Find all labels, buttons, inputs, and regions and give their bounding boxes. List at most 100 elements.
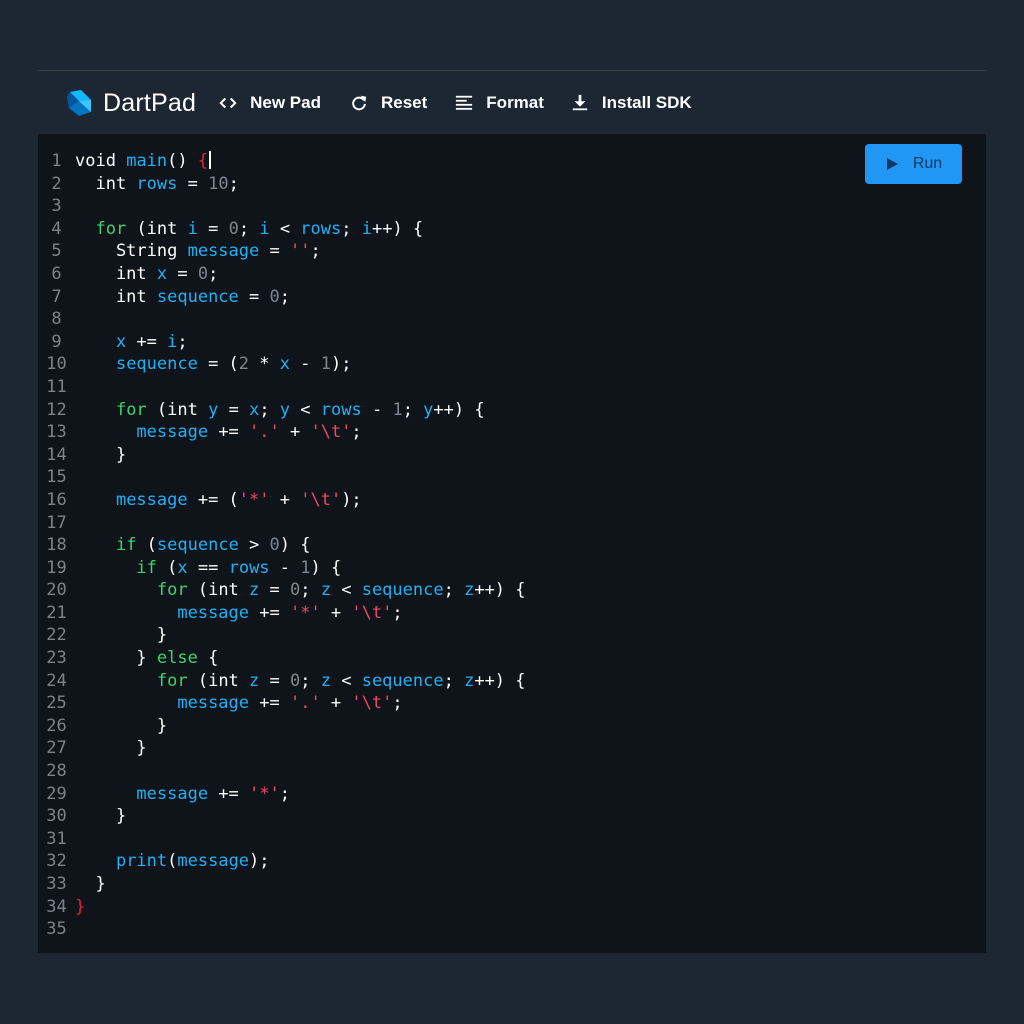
- code-token: }: [75, 806, 127, 827]
- code-line[interactable]: 28: [38, 760, 898, 783]
- code-token: +=: [208, 783, 250, 804]
- code-line[interactable]: 3: [38, 195, 898, 218]
- code-token: sequence: [156, 535, 239, 556]
- line-number: 20: [46, 580, 67, 601]
- code-line[interactable]: 9 x += i;: [38, 331, 898, 354]
- line-number: 22: [46, 625, 67, 646]
- code-token: ;: [351, 422, 362, 443]
- code-line[interactable]: 32 print(message);: [38, 850, 898, 873]
- code-token: x: [279, 354, 291, 375]
- line-source: if (sequence > 0) {: [75, 534, 311, 557]
- code-line[interactable]: 19 if (x == rows - 1) {: [38, 557, 898, 580]
- line-source: }: [75, 805, 126, 828]
- code-line[interactable]: 21 message += '*' + '\t';: [38, 602, 898, 625]
- code-token: ;: [177, 331, 188, 352]
- code-editor[interactable]: 1 void main() {2 int rows = 10; 3 4 for (in…: [38, 134, 986, 953]
- code-line[interactable]: 31: [38, 828, 898, 851]
- code-line[interactable]: 20 for (int z = 0; z < sequence; z++) {: [38, 579, 898, 602]
- code-token: =: [259, 241, 290, 262]
- code-line[interactable]: 5 String message = '';: [38, 240, 898, 263]
- install-sdk-button[interactable]: Install SDK: [570, 93, 692, 113]
- code-token: ;: [300, 580, 321, 601]
- code-token: 1: [320, 354, 331, 375]
- code-token: +: [320, 693, 352, 714]
- code-token: i: [187, 218, 198, 239]
- code-line[interactable]: 33 }: [38, 873, 898, 896]
- code-token: x: [249, 399, 260, 420]
- code-token: i: [361, 218, 372, 239]
- line-source: }: [75, 873, 105, 896]
- code-token: +=: [126, 331, 168, 352]
- code-token: =: [197, 218, 229, 239]
- code-line[interactable]: 6 int x = 0;: [38, 263, 898, 286]
- code-line[interactable]: 16 message += ('*' + '\t');: [38, 489, 898, 512]
- code-line[interactable]: 26 }: [38, 715, 898, 738]
- line-source: if (x == rows - 1) {: [75, 557, 341, 580]
- code-line[interactable]: 34}: [38, 896, 898, 919]
- code-line[interactable]: 27 }: [38, 737, 898, 760]
- code-line[interactable]: 23 } else {: [38, 647, 898, 670]
- code-token: 2: [238, 354, 250, 375]
- code-line[interactable]: 29 message += '*';: [38, 783, 898, 806]
- code-line[interactable]: 17: [38, 512, 898, 535]
- code-line[interactable]: 24 for (int z = 0; z < sequence; z++) {: [38, 670, 898, 693]
- code-token: = (: [197, 354, 239, 375]
- code-token: ) {: [279, 535, 311, 556]
- code-line[interactable]: 1 void main() {: [38, 150, 898, 173]
- code-line[interactable]: 14 }: [38, 444, 898, 467]
- code-line[interactable]: 7 int sequence = 0;: [38, 286, 898, 309]
- line-number: 8: [51, 309, 62, 330]
- code-line[interactable]: 35: [38, 918, 898, 941]
- code-token: =: [218, 399, 250, 420]
- code-line[interactable]: 4 for (int i = 0; i < rows; i++) {: [38, 218, 898, 241]
- line-source: for (int z = 0; z < sequence; z++) {: [75, 579, 526, 602]
- code-token: ;: [279, 286, 290, 307]
- code-token: sequence: [115, 354, 198, 375]
- code-token: 0: [197, 263, 209, 284]
- code-token: message: [187, 241, 260, 262]
- line-source: message += ('*' + '\t');: [75, 489, 362, 512]
- code-lines[interactable]: 1 void main() {2 int rows = 10; 3 4 for (in…: [38, 150, 898, 941]
- line-number: 32: [46, 851, 67, 872]
- code-line[interactable]: 25 message += '.' + '\t';: [38, 692, 898, 715]
- code-line[interactable]: 30 }: [38, 805, 898, 828]
- line-number: 6: [51, 263, 62, 284]
- line-source: message += '*';: [75, 783, 290, 806]
- code-token: }: [75, 738, 147, 759]
- code-token: ++) {: [371, 218, 424, 239]
- code-line[interactable]: 11: [38, 376, 898, 399]
- line-number: 16: [46, 489, 67, 510]
- app-title: DartPad: [103, 88, 197, 117]
- run-button[interactable]: Run: [865, 144, 962, 184]
- code-token: *: [249, 354, 280, 375]
- line-number: 25: [46, 693, 67, 714]
- code-line[interactable]: 12 for (int y = x; y < rows - 1; y++) {: [38, 399, 898, 422]
- reset-button[interactable]: Reset: [349, 93, 427, 113]
- code-token: '\t': [351, 602, 393, 623]
- format-button[interactable]: Format: [454, 93, 544, 113]
- code-token: message: [177, 693, 250, 714]
- line-number: 23: [46, 648, 67, 669]
- code-token: -: [290, 354, 321, 375]
- new-pad-button[interactable]: New Pad: [218, 93, 321, 113]
- code-line[interactable]: 2 int rows = 10;: [38, 173, 898, 196]
- line-number: 14: [46, 444, 67, 465]
- code-line[interactable]: 10 sequence = (2 * x - 1);: [38, 353, 898, 376]
- code-token: rows: [228, 557, 270, 578]
- code-token: ;: [208, 263, 219, 284]
- code-token: <: [330, 580, 362, 601]
- code-token: x: [177, 557, 188, 578]
- code-token: int: [75, 173, 137, 194]
- code-line[interactable]: 15: [38, 466, 898, 489]
- code-line[interactable]: 22 }: [38, 624, 898, 647]
- code-token: =: [177, 173, 209, 194]
- line-number: 21: [46, 602, 67, 623]
- line-number: 2: [51, 173, 62, 194]
- code-token: -: [269, 557, 301, 578]
- code-token: sequence: [361, 670, 444, 691]
- code-line[interactable]: 8: [38, 308, 898, 331]
- code-line[interactable]: 18 if (sequence > 0) {: [38, 534, 898, 557]
- code-line[interactable]: 13 message += '.' + '\t';: [38, 421, 898, 444]
